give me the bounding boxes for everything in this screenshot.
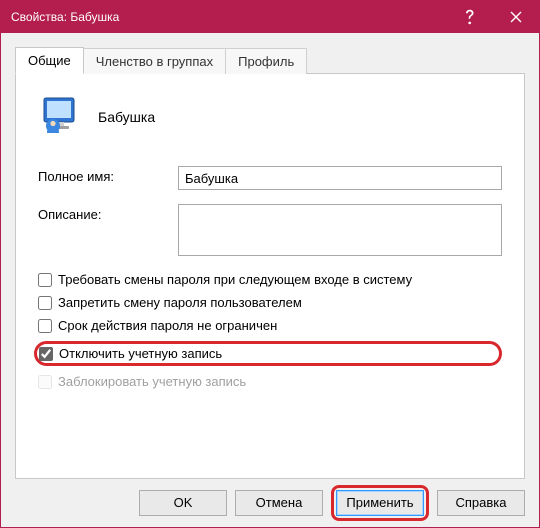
tab-profile[interactable]: Профиль (226, 48, 307, 74)
row-description: Описание: (38, 204, 502, 256)
user-icon (40, 96, 82, 138)
cancel-button[interactable]: Отмена (235, 490, 323, 516)
check-deny-password-change[interactable]: Запретить смену пароля пользователем (38, 295, 502, 310)
check-password-never-expires-label: Срок действия пароля не ограничен (58, 318, 277, 333)
check-require-password-change[interactable]: Требовать смены пароля при следующем вхо… (38, 272, 502, 287)
check-disable-account[interactable]: Отключить учетную запись (39, 346, 222, 361)
check-disable-account-box[interactable] (39, 347, 53, 361)
check-require-password-change-box[interactable] (38, 273, 52, 287)
check-disable-account-label: Отключить учетную запись (59, 346, 222, 361)
tab-general[interactable]: Общие (15, 47, 84, 74)
titlebar: Свойства: Бабушка (1, 1, 539, 33)
check-lock-account: Заблокировать учетную запись (38, 374, 502, 389)
check-password-never-expires-box[interactable] (38, 319, 52, 333)
help-dialog-button[interactable]: Справка (437, 490, 525, 516)
apply-button[interactable]: Применить (336, 490, 424, 516)
checkbox-group: Требовать смены пароля при следующем вхо… (38, 272, 502, 389)
check-lock-account-label: Заблокировать учетную запись (58, 374, 246, 389)
description-input[interactable] (178, 204, 502, 256)
properties-dialog: Свойства: Бабушка Общие Членство в групп… (0, 0, 540, 528)
highlight-disable-account: Отключить учетную запись (34, 341, 502, 366)
full-name-label: Полное имя: (38, 166, 178, 184)
help-button[interactable] (447, 1, 493, 33)
close-button[interactable] (493, 1, 539, 33)
dialog-body: Общие Членство в группах Профиль (1, 33, 539, 479)
ok-button[interactable]: OK (139, 490, 227, 516)
tab-strip: Общие Членство в группах Профиль (15, 47, 525, 73)
button-row: OK Отмена Применить Справка (1, 479, 539, 527)
window-title: Свойства: Бабушка (1, 10, 447, 24)
check-deny-password-change-box[interactable] (38, 296, 52, 310)
tab-membership[interactable]: Членство в группах (84, 48, 226, 74)
check-password-never-expires[interactable]: Срок действия пароля не ограничен (38, 318, 502, 333)
description-label: Описание: (38, 204, 178, 222)
check-require-password-change-label: Требовать смены пароля при следующем вхо… (58, 272, 412, 287)
help-icon (464, 9, 476, 25)
check-lock-account-box (38, 375, 52, 389)
user-header: Бабушка (40, 96, 502, 138)
check-deny-password-change-label: Запретить смену пароля пользователем (58, 295, 302, 310)
full-name-input[interactable] (178, 166, 502, 190)
tab-panel-general: Бабушка Полное имя: Описание: Требовать … (15, 73, 525, 479)
user-display-name: Бабушка (98, 109, 155, 125)
row-full-name: Полное имя: (38, 166, 502, 190)
highlight-apply-button: Применить (331, 485, 429, 521)
close-icon (510, 11, 522, 23)
